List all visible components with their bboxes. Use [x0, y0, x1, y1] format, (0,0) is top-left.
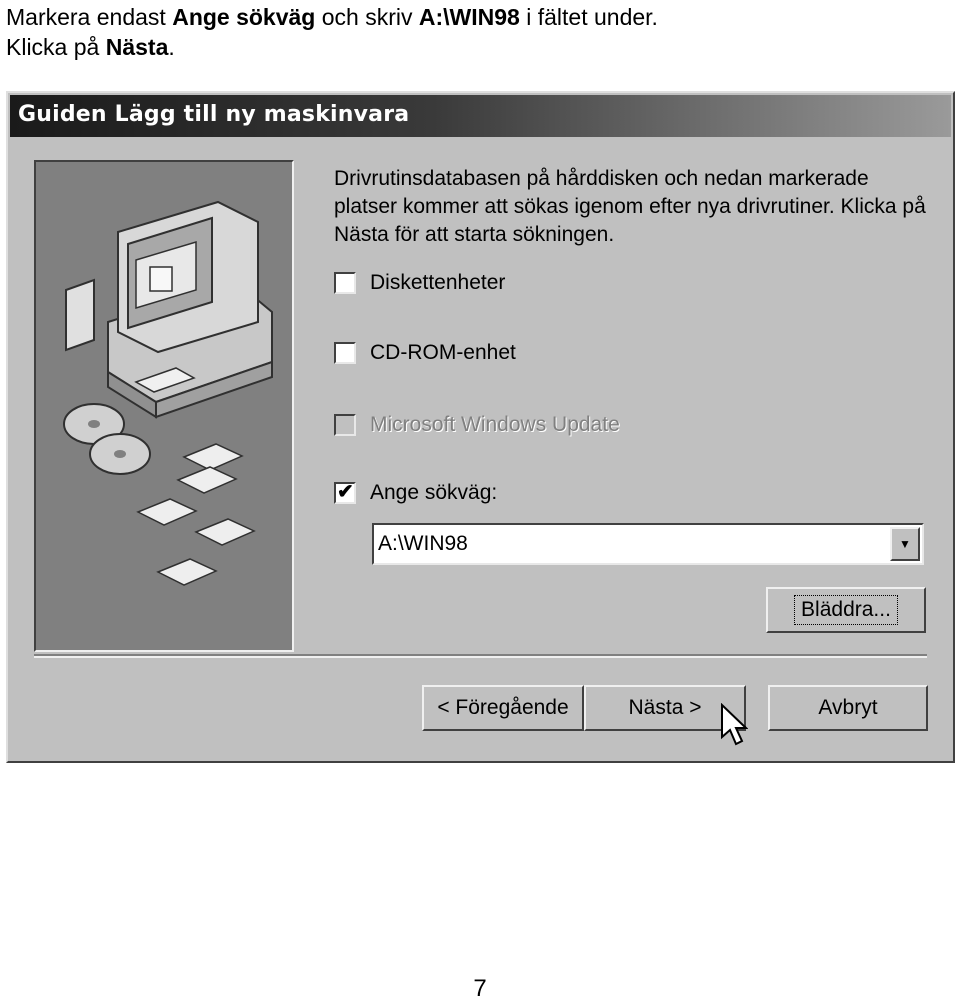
page-number: 7 — [473, 975, 487, 1002]
computer-and-disks-icon — [63, 200, 273, 586]
checkbox-label: Ange sökväg: — [370, 481, 498, 504]
instruction-text: Markera endast Ange sökväg och skriv A:\… — [6, 2, 956, 62]
checkbox-label: CD-ROM-enhet — [370, 341, 516, 364]
instruction-emphasis: Nästa — [105, 34, 169, 60]
dialog-title: Guiden Lägg till ny maskinvara — [18, 102, 410, 127]
path-combobox[interactable]: A:\WIN98 ▼ — [372, 523, 924, 565]
instruction-text-part: Klicka på — [6, 34, 106, 60]
title-bar[interactable]: Guiden Lägg till ny maskinvara — [10, 95, 951, 137]
path-input[interactable]: A:\WIN98 — [378, 532, 468, 556]
instruction-text-part: Markera endast — [6, 4, 173, 30]
browse-button[interactable]: Bläddra... — [766, 587, 926, 633]
checkbox-label: Microsoft Windows Update — [370, 413, 620, 436]
wizard-dialog: Guiden Lägg till ny maskinvara Drivrutin… — [6, 91, 955, 763]
separator — [34, 654, 927, 658]
description-text: Drivrutinsdatabasen på hårddisken och ne… — [334, 167, 926, 246]
option-windows-update: Microsoft Windows Update — [334, 411, 620, 439]
back-button-label: < Föregående — [437, 696, 569, 719]
cancel-button-label: Avbryt — [818, 696, 878, 719]
instruction-emphasis: A:\WIN98 — [418, 4, 520, 30]
option-diskettenheter[interactable]: Diskettenheter — [334, 269, 505, 297]
checkbox[interactable] — [334, 272, 356, 294]
wizard-illustration — [34, 160, 294, 652]
checkmark-icon: ✔ — [337, 481, 354, 503]
instruction-text-part: och skriv — [315, 4, 419, 30]
instruction-text-part: i fältet under. — [519, 4, 658, 30]
checkbox[interactable] — [334, 342, 356, 364]
next-button-label: Nästa > — [628, 696, 702, 719]
checkbox[interactable]: ✔ — [334, 481, 356, 504]
mouse-pointer-icon — [721, 703, 748, 746]
chevron-down-icon[interactable]: ▼ — [890, 527, 920, 561]
checkbox — [334, 414, 356, 436]
option-cd-rom[interactable]: CD-ROM-enhet — [334, 339, 516, 367]
checkbox-label: Diskettenheter — [370, 271, 506, 294]
instruction-text-part: . — [168, 34, 175, 60]
browse-button-label: Bläddra... — [794, 595, 898, 625]
instruction-emphasis: Ange sökväg — [172, 4, 316, 30]
cancel-button[interactable]: Avbryt — [768, 685, 928, 731]
back-button[interactable]: < Föregående — [422, 685, 584, 731]
option-ange-sokvag[interactable]: ✔ Ange sökväg: — [334, 479, 497, 507]
